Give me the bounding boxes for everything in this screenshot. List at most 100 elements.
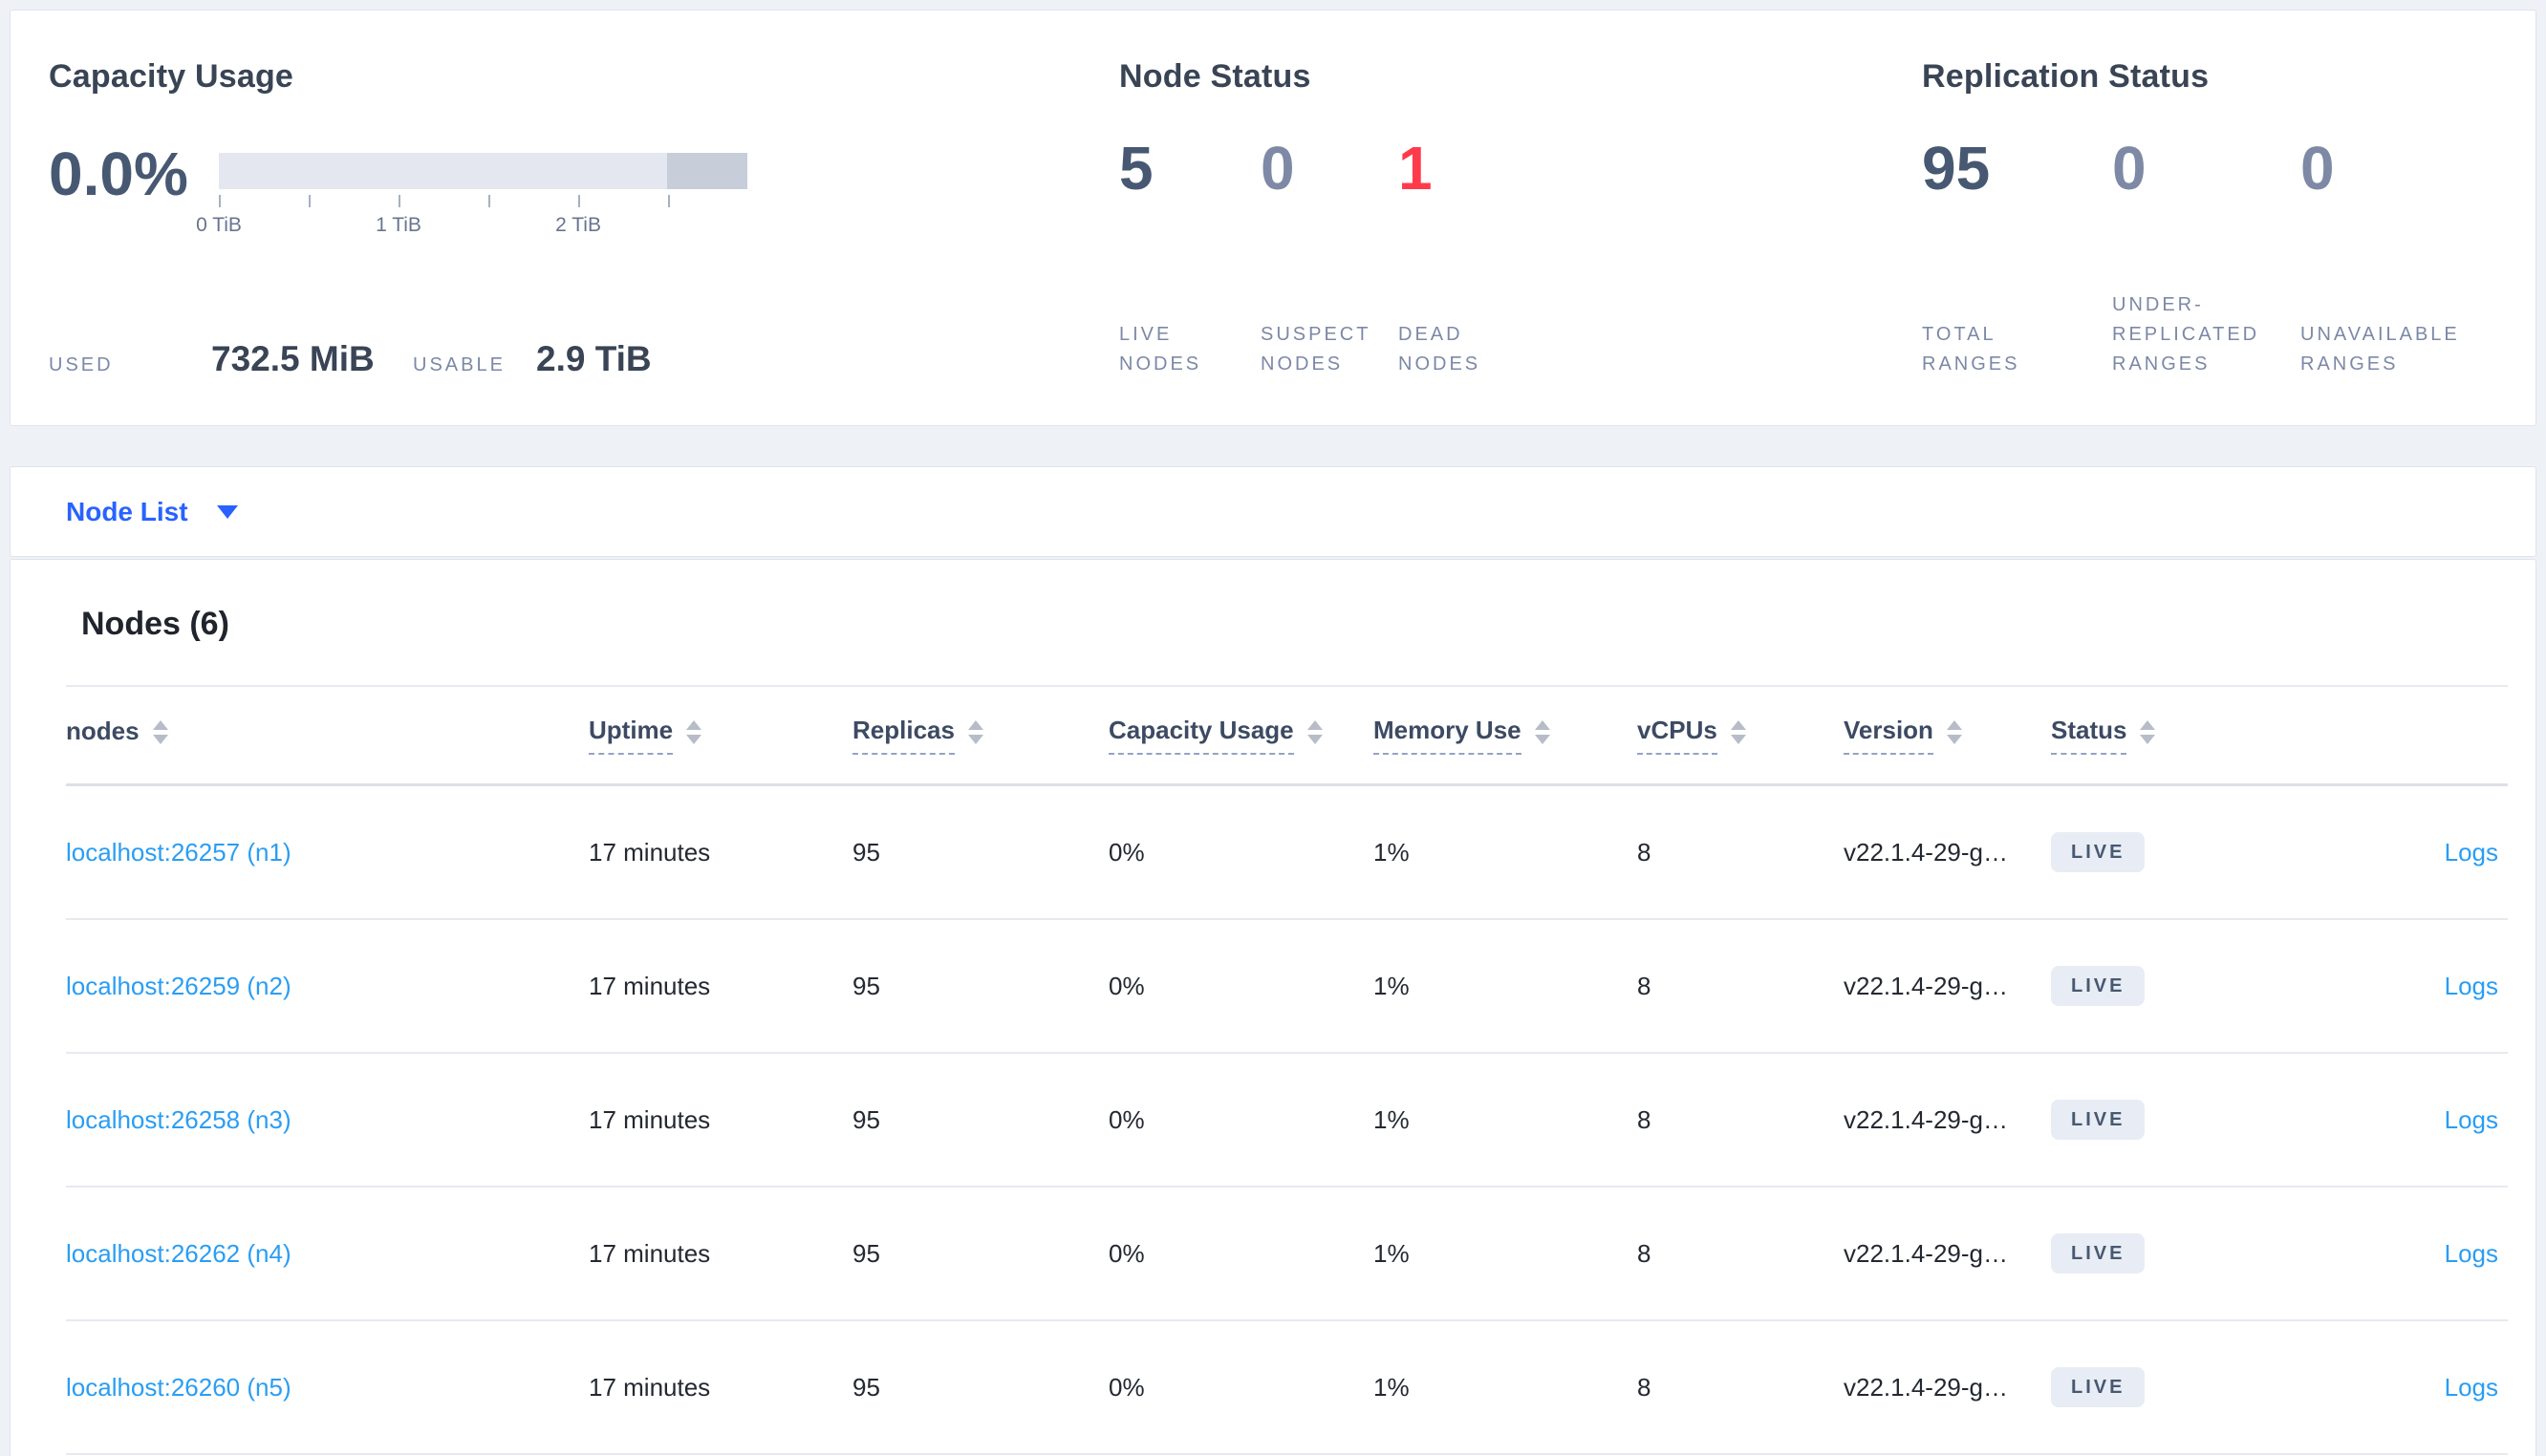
tick-label-1: 1 TiB <box>376 214 421 236</box>
node-list-dropdown-label: Node List <box>66 496 188 526</box>
total-ranges-label: TOTAL RANGES <box>1922 324 2020 375</box>
nodes-heading: Nodes (6) <box>81 606 229 642</box>
total-ranges-value: 95 <box>1922 134 1991 203</box>
column-header-capacity-usage[interactable]: Capacity Usage <box>1109 716 1373 755</box>
logs-link[interactable]: Logs <box>2445 838 2498 867</box>
vcpus-cell: 8 <box>1637 1238 1651 1268</box>
memory-use-cell: 1% <box>1373 971 1410 1000</box>
logs-link[interactable]: Logs <box>2445 1105 2498 1134</box>
table-row: localhost:26259 (n2) 17 minutes 95 0% 1%… <box>66 920 2508 1054</box>
tick-label-2: 2 TiB <box>555 214 601 236</box>
unavailable-ranges-label: UNAVAILABLE RANGES <box>2300 324 2460 375</box>
view-selector-bar: Node List <box>10 466 2536 557</box>
vcpus-cell: 8 <box>1637 837 1651 867</box>
sort-icon <box>1946 720 1962 744</box>
capacity-bar: 0 TiB 1 TiB 2 TiB <box>196 153 747 241</box>
node-address-link[interactable]: localhost:26259 (n2) <box>66 972 291 1000</box>
replicas-cell: 95 <box>852 1104 880 1134</box>
replication-status-block: Replication Status 95 TOTAL RANGES 0 UND… <box>1922 58 2534 379</box>
column-header-uptime[interactable]: Uptime <box>589 716 852 755</box>
vcpus-cell: 8 <box>1637 1104 1651 1134</box>
capacity-bar-tail <box>666 153 747 189</box>
sort-icon <box>1534 720 1550 744</box>
unavailable-ranges-value: 0 <box>2300 134 2335 203</box>
capacity-usage-cell: 0% <box>1109 971 1145 1000</box>
logs-link[interactable]: Logs <box>2445 972 2498 1000</box>
used-value: 732.5 MiB <box>211 339 375 378</box>
logs-link[interactable]: Logs <box>2445 1373 2498 1402</box>
column-header-memory-use[interactable]: Memory Use <box>1373 716 1637 755</box>
uptime-cell: 17 minutes <box>589 1104 711 1134</box>
suspect-nodes-value: 0 <box>1261 134 1295 203</box>
unavailable-ranges-metric: 0 UNAVAILABLE RANGES <box>2300 138 2511 379</box>
nodes-table-panel: Nodes (6) nodes Uptime Replicas Capacity… <box>10 559 2536 1456</box>
sort-icon <box>152 720 168 744</box>
table-row: localhost:26260 (n5) 17 minutes 95 0% 1%… <box>66 1321 2508 1455</box>
capacity-usage-title: Capacity Usage <box>49 58 294 95</box>
used-label: USED <box>49 354 114 375</box>
live-nodes-metric: 5 LIVE NODES <box>1119 138 1261 379</box>
capacity-usage-cell: 0% <box>1109 1238 1145 1268</box>
uptime-cell: 17 minutes <box>589 1372 711 1402</box>
capacity-usage-block: Capacity Usage 0.0% 0 TiB 1 TiB 2 TiB US… <box>49 58 1062 379</box>
capacity-usage-cell: 0% <box>1109 837 1145 867</box>
under-replicated-ranges-value: 0 <box>2112 134 2147 203</box>
total-ranges-metric: 95 TOTAL RANGES <box>1922 138 2112 379</box>
status-badge: LIVE <box>2051 832 2146 872</box>
node-list-dropdown[interactable]: Node List <box>66 497 238 527</box>
table-header-row: nodes Uptime Replicas Capacity Usage Mem… <box>66 687 2508 786</box>
memory-use-cell: 1% <box>1373 1104 1410 1134</box>
dead-nodes-value: 1 <box>1398 134 1433 203</box>
replicas-cell: 95 <box>852 971 880 1000</box>
live-nodes-label: LIVE NODES <box>1119 324 1202 375</box>
status-badge: LIVE <box>2051 966 2146 1006</box>
sort-icon <box>967 720 983 744</box>
node-address-link[interactable]: localhost:26257 (n1) <box>66 838 291 867</box>
memory-use-cell: 1% <box>1373 837 1410 867</box>
vcpus-cell: 8 <box>1637 1372 1651 1402</box>
sort-icon <box>1730 720 1746 744</box>
column-header-vcpus[interactable]: vCPUs <box>1637 716 1844 755</box>
capacity-bar-ticks <box>219 195 747 208</box>
status-badge: LIVE <box>2051 1367 2146 1407</box>
cluster-summary-panel: Capacity Usage 0.0% 0 TiB 1 TiB 2 TiB US… <box>10 10 2536 426</box>
uptime-cell: 17 minutes <box>589 1238 711 1268</box>
table-row: localhost:26257 (n1) 17 minutes 95 0% 1%… <box>66 786 2508 920</box>
capacity-percent-value: 0.0% <box>49 139 188 208</box>
column-header-nodes[interactable]: nodes <box>66 717 589 754</box>
dead-nodes-label: DEAD NODES <box>1398 324 1481 375</box>
version-cell: v22.1.4-29-g… <box>1844 1238 2008 1268</box>
usable-label: USABLE <box>413 354 506 375</box>
table-row: localhost:26258 (n3) 17 minutes 95 0% 1%… <box>66 1054 2508 1188</box>
node-address-link[interactable]: localhost:26260 (n5) <box>66 1373 291 1402</box>
column-header-version[interactable]: Version <box>1844 716 2051 755</box>
logs-link[interactable]: Logs <box>2445 1239 2498 1268</box>
memory-use-cell: 1% <box>1373 1238 1410 1268</box>
tick-label-0: 0 TiB <box>196 214 242 236</box>
status-badge: LIVE <box>2051 1100 2146 1140</box>
node-status-title: Node Status <box>1119 58 1311 95</box>
sort-icon <box>2140 720 2156 744</box>
version-cell: v22.1.4-29-g… <box>1844 971 2008 1000</box>
node-address-link[interactable]: localhost:26258 (n3) <box>66 1105 291 1134</box>
dead-nodes-metric: 1 DEAD NODES <box>1398 138 1561 379</box>
version-cell: v22.1.4-29-g… <box>1844 837 2008 867</box>
column-header-replicas[interactable]: Replicas <box>852 716 1109 755</box>
caret-down-icon <box>216 504 238 519</box>
replicas-cell: 95 <box>852 1372 880 1402</box>
replicas-cell: 95 <box>852 1238 880 1268</box>
node-status-block: Node Status 5 LIVE NODES 0 SUSPECT NODES… <box>1119 58 1865 379</box>
version-cell: v22.1.4-29-g… <box>1844 1372 2008 1402</box>
live-nodes-value: 5 <box>1119 134 1154 203</box>
sort-icon <box>1306 720 1323 744</box>
uptime-cell: 17 minutes <box>589 971 711 1000</box>
capacity-usage-cell: 0% <box>1109 1104 1145 1134</box>
table-body: localhost:26257 (n1) 17 minutes 95 0% 1%… <box>66 786 2508 1455</box>
capacity-bar-track <box>219 153 747 189</box>
version-cell: v22.1.4-29-g… <box>1844 1104 2008 1134</box>
column-header-status[interactable]: Status <box>2051 716 2299 755</box>
usable-value: 2.9 TiB <box>536 339 652 378</box>
suspect-nodes-label: SUSPECT NODES <box>1261 324 1371 375</box>
node-address-link[interactable]: localhost:26262 (n4) <box>66 1239 291 1268</box>
suspect-nodes-metric: 0 SUSPECT NODES <box>1261 138 1398 379</box>
